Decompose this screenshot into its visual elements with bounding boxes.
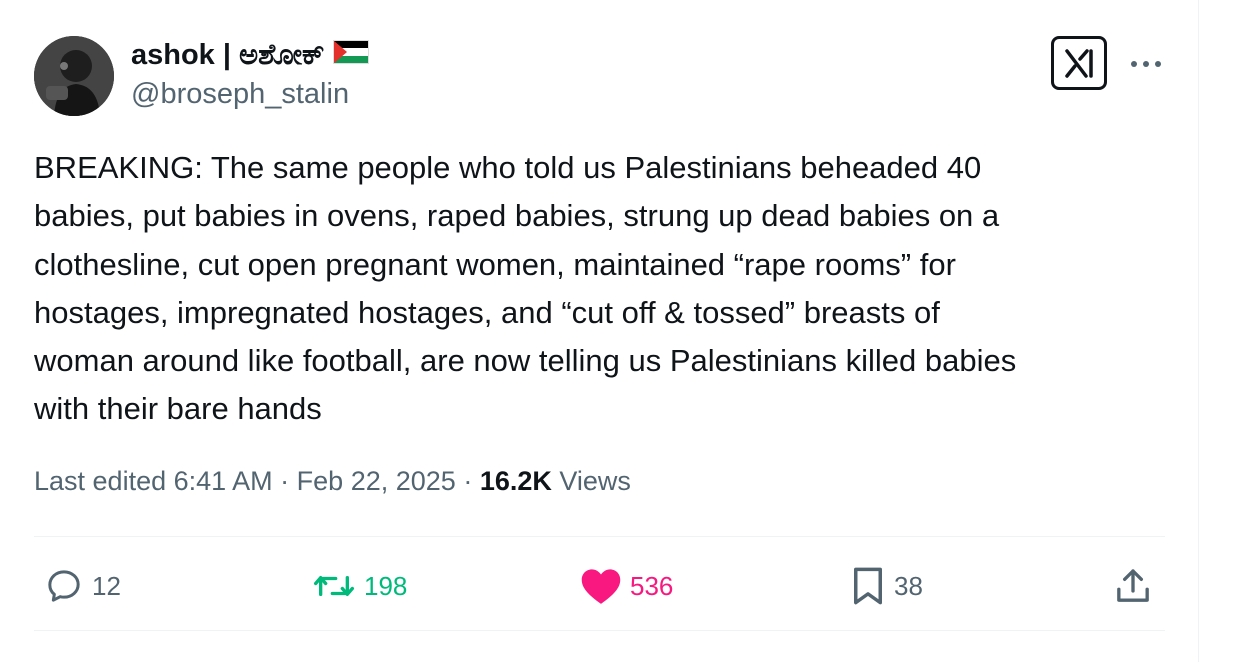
bookmark-button[interactable]: 38	[850, 556, 923, 616]
share-icon	[1117, 569, 1149, 602]
tweet-line: with their bare hands	[34, 391, 322, 427]
reply-icon	[48, 570, 80, 602]
reply-count: 12	[92, 570, 121, 601]
views-count: 16.2K	[479, 466, 552, 496]
palestine-flag-icon	[332, 39, 369, 72]
like-button[interactable]: 536	[580, 556, 673, 616]
share-button[interactable]	[1113, 556, 1153, 616]
edited-timestamp[interactable]: Last edited 6:41 AM	[34, 466, 273, 496]
tweet-line: BREAKING: The same people who told us Pa…	[34, 150, 982, 185]
more-options-button[interactable]	[1128, 50, 1164, 78]
retweet-icon	[313, 576, 354, 596]
action-bar: 12 198 536 38	[0, 556, 1234, 616]
meta-separator: ·	[272, 466, 297, 496]
more-horizontal-icon	[1131, 61, 1161, 67]
author-name-text: ashok | ಅಶೋಕ್	[131, 38, 325, 71]
author-display-name[interactable]: ashok | ಅಶೋಕ್	[131, 38, 369, 72]
reply-button[interactable]: 12	[44, 556, 121, 616]
tweet-meta: Last edited 6:41 AM · Feb 22, 2025 · 16.…	[34, 466, 631, 497]
bookmark-icon	[854, 567, 882, 605]
tweet-date[interactable]: Feb 22, 2025	[297, 466, 456, 496]
author-handle[interactable]: @broseph_stalin	[131, 78, 349, 111]
retweet-button[interactable]: 198	[312, 556, 407, 616]
heart-filled-icon	[581, 569, 621, 604]
meta-separator: ·	[455, 466, 480, 496]
avatar[interactable]	[34, 36, 114, 116]
retweet-count: 198	[364, 570, 408, 601]
bookmark-count: 38	[894, 570, 923, 601]
views-label: Views	[559, 466, 631, 496]
tweet-line: babies, put babies in ovens, raped babie…	[34, 198, 1000, 234]
grok-icon	[1065, 49, 1093, 78]
divider	[34, 536, 1165, 537]
tweet-line: clothesline, cut open pregnant women, ma…	[34, 246, 956, 282]
avatar-photo	[34, 36, 114, 116]
like-count: 536	[630, 570, 674, 601]
divider	[34, 630, 1165, 631]
tweet-line: woman around like football, are now tell…	[34, 343, 1017, 379]
tweet-line: hostages, impregnated hostages, and “cut…	[34, 294, 940, 330]
tweet-text: BREAKING: The same people who told us Pa…	[34, 144, 1174, 434]
grok-button[interactable]	[1051, 36, 1107, 90]
